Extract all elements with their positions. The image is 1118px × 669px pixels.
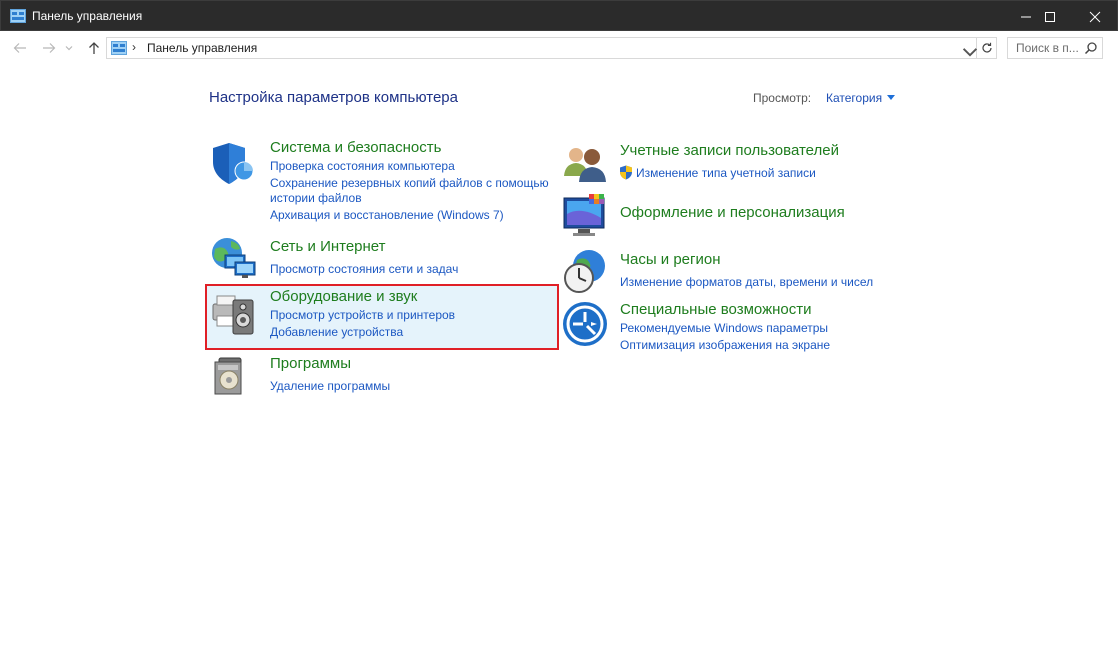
title-bar: Панель управления xyxy=(0,0,1118,31)
search-box[interactable]: Поиск в п... xyxy=(1007,37,1103,59)
up-button[interactable] xyxy=(85,39,103,57)
user-accounts-icon[interactable] xyxy=(561,140,609,188)
shield-icon[interactable] xyxy=(209,140,257,188)
link-recommended-settings[interactable]: Рекомендуемые Windows параметры xyxy=(620,321,828,335)
link-optimize-display[interactable]: Оптимизация изображения на экране xyxy=(620,338,830,352)
category-ease-of-access[interactable]: Специальные возможности xyxy=(620,301,812,318)
maximize-icon xyxy=(1045,11,1055,22)
clock-globe-icon[interactable] xyxy=(561,248,609,296)
category-appearance-personalization[interactable]: Оформление и персонализация xyxy=(620,204,845,221)
recent-locations-button[interactable] xyxy=(63,39,75,57)
page-title: Настройка параметров компьютера xyxy=(209,89,458,106)
search-icon[interactable] xyxy=(1084,41,1098,55)
appearance-monitor-icon[interactable] xyxy=(561,192,609,240)
close-button[interactable] xyxy=(1072,1,1118,32)
uac-shield-icon xyxy=(620,165,632,180)
refresh-icon xyxy=(981,42,992,53)
link-backup-restore-win7[interactable]: Архивация и восстановление (Windows 7) xyxy=(270,208,504,222)
link-view-network-status[interactable]: Просмотр состояния сети и задач xyxy=(270,262,458,276)
arrow-left-icon xyxy=(13,43,26,53)
maximize-button[interactable] xyxy=(1027,1,1073,32)
breadcrumb-separator[interactable]: › xyxy=(132,40,136,54)
navigation-bar: › Панель управления Поиск в п... xyxy=(0,31,1118,64)
arrow-up-icon xyxy=(89,42,99,54)
printer-speaker-icon[interactable] xyxy=(209,290,257,338)
link-backup-file-history[interactable]: Сохранение резервных копий файлов с помо… xyxy=(270,176,549,190)
close-icon xyxy=(1089,11,1101,22)
link-backup-file-history-cont[interactable]: истории файлов xyxy=(270,191,362,205)
control-panel-icon xyxy=(10,9,26,23)
category-programs[interactable]: Программы xyxy=(270,355,351,372)
link-change-account-type[interactable]: Изменение типа учетной записи xyxy=(636,166,816,180)
address-dropdown-icon[interactable] xyxy=(962,44,978,60)
link-add-device[interactable]: Добавление устройства xyxy=(270,325,403,339)
control-panel-icon xyxy=(111,41,127,55)
view-by-arrow-icon[interactable] xyxy=(887,95,895,100)
arrow-right-icon xyxy=(43,43,56,53)
window-title: Панель управления xyxy=(32,9,143,23)
link-view-devices-printers[interactable]: Просмотр устройств и принтеров xyxy=(270,308,455,322)
network-globe-icon[interactable] xyxy=(209,235,257,283)
search-placeholder: Поиск в п... xyxy=(1016,41,1079,55)
category-network-internet[interactable]: Сеть и Интернет xyxy=(270,238,386,255)
ease-of-access-icon[interactable] xyxy=(561,300,609,348)
link-uninstall-program[interactable]: Удаление программы xyxy=(270,379,390,393)
forward-button[interactable] xyxy=(40,39,58,57)
programs-disc-icon[interactable] xyxy=(209,352,257,400)
category-hardware-sound[interactable]: Оборудование и звук xyxy=(270,288,417,305)
category-user-accounts[interactable]: Учетные записи пользователей xyxy=(620,142,839,159)
link-change-date-formats[interactable]: Изменение форматов даты, времени и чисел xyxy=(620,275,873,289)
category-system-security[interactable]: Система и безопасность xyxy=(270,139,441,156)
view-by-dropdown[interactable]: Категория xyxy=(826,91,882,105)
link-check-computer-status[interactable]: Проверка состояния компьютера xyxy=(270,159,455,173)
breadcrumb-control-panel[interactable]: Панель управления xyxy=(147,41,257,55)
refresh-button[interactable] xyxy=(977,37,997,59)
chevron-down-icon xyxy=(65,46,73,51)
category-clock-region[interactable]: Часы и регион xyxy=(620,251,721,268)
back-button[interactable] xyxy=(11,39,29,57)
address-bar[interactable]: › Панель управления xyxy=(106,37,977,59)
view-by-label: Просмотр: xyxy=(753,91,812,105)
